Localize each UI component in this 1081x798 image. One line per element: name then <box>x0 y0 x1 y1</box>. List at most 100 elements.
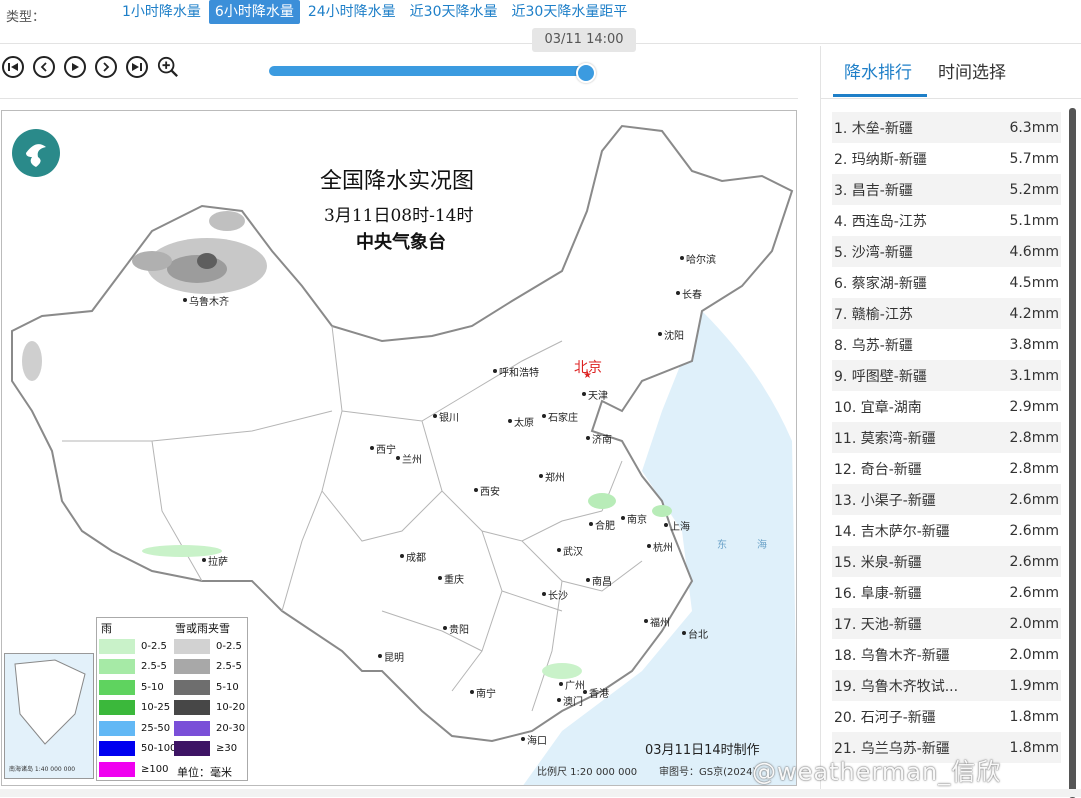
ranking-row[interactable]: 15. 米泉-新疆 2.6mm <box>832 546 1061 577</box>
city-dot <box>202 558 206 562</box>
legend-label: 5-10 <box>141 681 164 693</box>
city-dot <box>589 522 593 526</box>
type-tab-30d-anomaly[interactable]: 近30天降水量距平 <box>506 0 634 24</box>
ranking-row[interactable]: 9. 呼图壁-新疆 3.1mm <box>832 360 1061 391</box>
legend-row: 25-50 <box>99 718 176 739</box>
prev-icon[interactable] <box>33 56 55 78</box>
city-dot <box>474 488 478 492</box>
legend-label: 10-25 <box>141 702 171 714</box>
city-label: 银川 <box>439 413 459 424</box>
map-title: 全国降水实况图 <box>320 169 475 194</box>
city-dot <box>542 592 546 596</box>
legend-label: 50-100 <box>141 743 177 755</box>
type-tab-30d[interactable]: 近30天降水量 <box>404 0 504 24</box>
city-label: 香港 <box>589 689 609 700</box>
ranking-row[interactable]: 4. 西连岛-江苏 5.1mm <box>832 205 1061 236</box>
legend-label: 2.5-5 <box>141 661 167 673</box>
next-icon[interactable] <box>95 56 117 78</box>
review-no: 审图号：GS京(2024) <box>659 767 757 778</box>
ranking-row[interactable]: 11. 莫索湾-新疆 2.8mm <box>832 422 1061 453</box>
legend-row: 20-30 <box>174 718 245 739</box>
first-icon[interactable] <box>2 56 24 78</box>
ranking-station: 2. 玛纳斯-新疆 <box>834 151 927 168</box>
ranking-row[interactable]: 16. 阜康-新疆 2.6mm <box>832 577 1061 608</box>
type-tab-1h[interactable]: 1小时降水量 <box>116 0 207 24</box>
ranking-value: 3.1mm <box>1009 367 1059 384</box>
ranking-row[interactable]: 12. 奇台-新疆 2.8mm <box>832 453 1061 484</box>
legend-rain-title: 雨 <box>101 622 112 635</box>
ranking-row[interactable]: 6. 蔡家湖-新疆 4.5mm <box>832 267 1061 298</box>
legend-label: ≥30 <box>216 743 238 755</box>
ranking-value: 2.8mm <box>1009 460 1059 477</box>
ranking-row[interactable]: 2. 玛纳斯-新疆 5.7mm <box>832 143 1061 174</box>
ranking-station: 16. 阜康-新疆 <box>834 585 922 602</box>
ranking-station: 15. 米泉-新疆 <box>834 554 922 571</box>
city-dot <box>647 544 651 548</box>
play-icon[interactable] <box>64 56 86 78</box>
city-label: 西宁 <box>376 445 396 456</box>
ranking-row[interactable]: 5. 沙湾-新疆 4.6mm <box>832 236 1061 267</box>
city-label: 拉萨 <box>208 557 228 568</box>
city-dot <box>676 291 680 295</box>
time-slider-track[interactable] <box>269 66 585 76</box>
city-dot <box>433 414 437 418</box>
ranking-value: 5.1mm <box>1009 212 1059 229</box>
ranking-station: 18. 乌鲁木齐-新疆 <box>834 647 950 664</box>
ranking-row[interactable]: 7. 赣榆-江苏 4.2mm <box>832 298 1061 329</box>
city-dot <box>664 523 668 527</box>
city-label: 乌鲁木齐 <box>189 297 229 308</box>
city-label: 天津 <box>588 391 608 402</box>
ranking-row[interactable]: 13. 小渠子-新疆 2.6mm <box>832 484 1061 515</box>
type-tabs: 1小时降水量 6小时降水量 24小时降水量 近30天降水量 近30天降水量距平 <box>116 0 635 24</box>
ranking-row[interactable]: 18. 乌鲁木齐-新疆 2.0mm <box>832 639 1061 670</box>
ranking-row[interactable]: 3. 昌吉-新疆 5.2mm <box>832 174 1061 205</box>
ranking-row[interactable]: 10. 宜章-湖南 2.9mm <box>832 391 1061 422</box>
city-dot <box>378 654 382 658</box>
time-slider-handle[interactable] <box>576 63 596 83</box>
city-label: 北京 <box>574 360 602 376</box>
city-dot <box>557 698 561 702</box>
city-label: 西安 <box>480 487 500 498</box>
ranking-station: 3. 昌吉-新疆 <box>834 182 913 199</box>
ranking-scrollbar[interactable] <box>1069 108 1076 798</box>
map-subtitle: 3月11日08时-14时 <box>324 206 474 226</box>
city-dot <box>680 256 684 260</box>
ranking-value: 2.0mm <box>1009 646 1059 663</box>
city-dot <box>443 626 447 630</box>
ranking-row[interactable]: 1. 木垒-新疆 6.3mm <box>832 112 1061 143</box>
zoom-in-icon[interactable] <box>157 56 179 78</box>
ranking-row[interactable]: 17. 天池-新疆 2.0mm <box>832 608 1061 639</box>
tab-ranking[interactable]: 降水排行 <box>844 58 912 83</box>
ranking-row[interactable]: 19. 乌鲁木齐牧试... 1.9mm <box>832 670 1061 701</box>
legend-swatch <box>174 679 210 695</box>
ranking-station: 17. 天池-新疆 <box>834 616 922 633</box>
legend-label: 20-30 <box>216 722 246 734</box>
city-label: 贵阳 <box>449 625 469 636</box>
city-dot <box>586 578 590 582</box>
ranking-station: 11. 莫索湾-新疆 <box>834 430 936 447</box>
legend-swatch <box>99 761 135 777</box>
ranking-row[interactable]: 14. 吉木萨尔-新疆 2.6mm <box>832 515 1061 546</box>
ranking-value: 3.8mm <box>1009 336 1059 353</box>
tab-time-select[interactable]: 时间选择 <box>938 58 1006 83</box>
city-label: 郑州 <box>545 473 565 484</box>
ranking-station: 4. 西连岛-江苏 <box>834 213 927 230</box>
city-label: 石家庄 <box>548 413 578 424</box>
type-tab-6h[interactable]: 6小时降水量 <box>208 0 300 24</box>
legend-swatch <box>99 720 135 736</box>
legend-swatch <box>99 741 135 757</box>
ranking-value: 2.6mm <box>1009 584 1059 601</box>
last-icon[interactable] <box>126 56 148 78</box>
ranking-row[interactable]: 20. 石河子-新疆 1.8mm <box>832 701 1061 732</box>
ranking-row[interactable]: 8. 乌苏-新疆 3.8mm <box>832 329 1061 360</box>
ranking-list: 1. 木垒-新疆 6.3mm 2. 玛纳斯-新疆 5.7mm 3. 昌吉-新疆 5.2mm… <box>832 112 1061 763</box>
legend-row: ≥30 <box>174 739 245 760</box>
city-dot <box>396 456 400 460</box>
city-label: 济南 <box>592 435 612 446</box>
ranking-value: 4.5mm <box>1009 274 1059 291</box>
type-tab-24h[interactable]: 24小时降水量 <box>302 0 402 24</box>
city-label: 南昌 <box>592 577 612 588</box>
ranking-station: 20. 石河子-新疆 <box>834 709 936 726</box>
ranking-value: 2.6mm <box>1009 522 1059 539</box>
legend-row: 2.5-5 <box>174 657 245 678</box>
